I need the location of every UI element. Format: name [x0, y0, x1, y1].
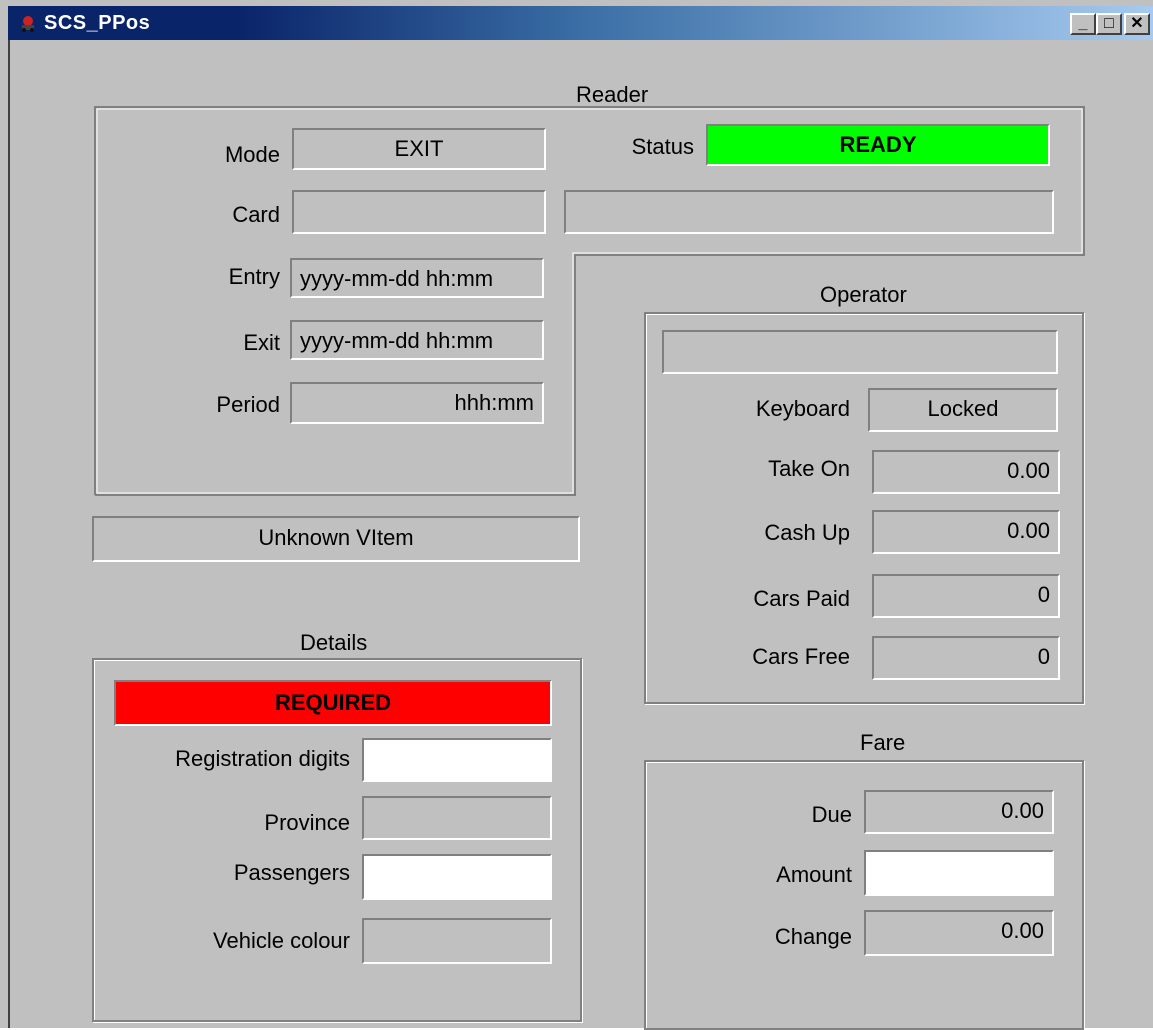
- change-label: Change: [774, 924, 852, 949]
- details-group-label: Details: [300, 630, 368, 655]
- required-indicator: REQUIRED: [114, 680, 552, 726]
- keyboard-label: Keyboard: [755, 396, 850, 421]
- vehicle-colour-label: Vehicle colour: [213, 928, 350, 953]
- app-window: SCS_PPos _ □ ✕ Reader Mode EXIT Status R…: [0, 0, 1153, 1030]
- province-field[interactable]: [362, 796, 552, 840]
- title-bar[interactable]: SCS_PPos _ □ ✕: [8, 6, 1153, 40]
- registration-label: Registration digits: [175, 746, 350, 771]
- card-field: [292, 190, 546, 234]
- mode-label: Mode: [224, 142, 280, 167]
- operator-name-field: [662, 330, 1058, 374]
- cash-up-label: Cash Up: [764, 520, 850, 545]
- keyboard-field: Locked: [868, 388, 1058, 432]
- fare-group-label: Fare: [860, 730, 906, 755]
- due-label: Due: [811, 802, 852, 827]
- province-label: Province: [264, 810, 350, 835]
- status-label: Status: [631, 134, 694, 159]
- period-field: hhh:mm: [290, 382, 544, 424]
- amount-label: Amount: [776, 862, 852, 887]
- passengers-input[interactable]: [362, 854, 552, 900]
- exit-field: yyyy-mm-dd hh:mm: [290, 320, 544, 360]
- card-label: Card: [232, 202, 280, 227]
- maximize-button[interactable]: □: [1096, 13, 1122, 35]
- take-on-label: Take On: [768, 456, 850, 481]
- vehicle-colour-field[interactable]: [362, 918, 552, 964]
- client-area: Reader Mode EXIT Status READY Card Entry…: [8, 40, 1153, 1030]
- cars-free-label: Cars Free: [752, 644, 850, 669]
- change-field: 0.00: [864, 910, 1054, 956]
- due-field: 0.00: [864, 790, 1054, 834]
- registration-input[interactable]: [362, 738, 552, 782]
- entry-field: yyyy-mm-dd hh:mm: [290, 258, 544, 298]
- cars-paid-field: 0: [872, 574, 1060, 618]
- exit-label: Exit: [243, 330, 280, 355]
- period-label: Period: [216, 392, 280, 417]
- cars-paid-label: Cars Paid: [753, 586, 850, 611]
- close-button[interactable]: ✕: [1124, 13, 1150, 35]
- passengers-label: Passengers: [233, 860, 350, 885]
- card-info-field: [564, 190, 1054, 234]
- take-on-field: 0.00: [872, 450, 1060, 494]
- amount-input[interactable]: [864, 850, 1054, 896]
- cash-up-field: 0.00: [872, 510, 1060, 554]
- reader-group-label: Reader: [576, 82, 649, 107]
- operator-group-label: Operator: [820, 282, 907, 307]
- status-indicator: READY: [706, 124, 1050, 166]
- app-icon: [22, 16, 34, 32]
- minimize-button[interactable]: _: [1070, 13, 1096, 35]
- cars-free-field: 0: [872, 636, 1060, 680]
- window-title: SCS_PPos: [44, 12, 151, 34]
- vitem-panel: Unknown VItem: [92, 516, 580, 562]
- entry-label: Entry: [228, 264, 280, 289]
- mode-field: EXIT: [292, 128, 546, 170]
